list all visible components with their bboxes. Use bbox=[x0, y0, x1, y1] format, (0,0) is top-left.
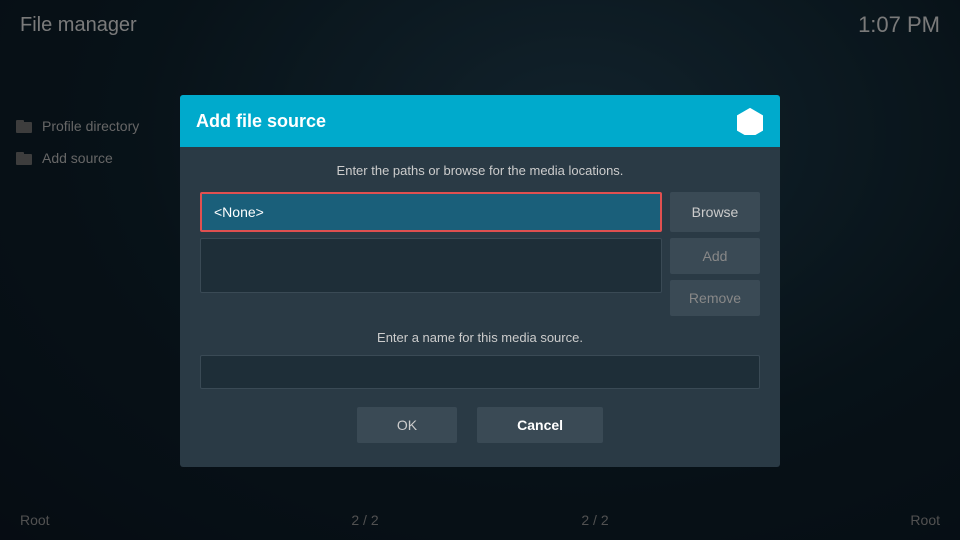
dialog-title: Add file source bbox=[196, 111, 326, 132]
side-buttons: Add Remove bbox=[670, 238, 760, 316]
remove-button[interactable]: Remove bbox=[670, 280, 760, 316]
kodi-logo: K bbox=[736, 107, 764, 135]
svg-text:K: K bbox=[743, 117, 751, 129]
add-file-source-dialog: Add file source K Enter the paths or bro… bbox=[180, 95, 780, 467]
ok-button[interactable]: OK bbox=[357, 407, 457, 443]
name-input[interactable] bbox=[200, 355, 760, 389]
browse-button[interactable]: Browse bbox=[670, 192, 760, 232]
name-label: Enter a name for this media source. bbox=[200, 330, 760, 345]
path-input[interactable]: <None> bbox=[200, 192, 662, 232]
path-list-area: Add Remove bbox=[200, 238, 760, 316]
dialog-subtitle: Enter the paths or browse for the media … bbox=[200, 163, 760, 178]
cancel-button[interactable]: Cancel bbox=[477, 407, 603, 443]
dialog-buttons: OK Cancel bbox=[200, 407, 760, 451]
path-row: <None> Browse bbox=[200, 192, 760, 232]
dialog-header: Add file source K bbox=[180, 95, 780, 147]
add-button[interactable]: Add bbox=[670, 238, 760, 274]
dialog-body: Enter the paths or browse for the media … bbox=[180, 147, 780, 467]
path-list-box bbox=[200, 238, 662, 293]
